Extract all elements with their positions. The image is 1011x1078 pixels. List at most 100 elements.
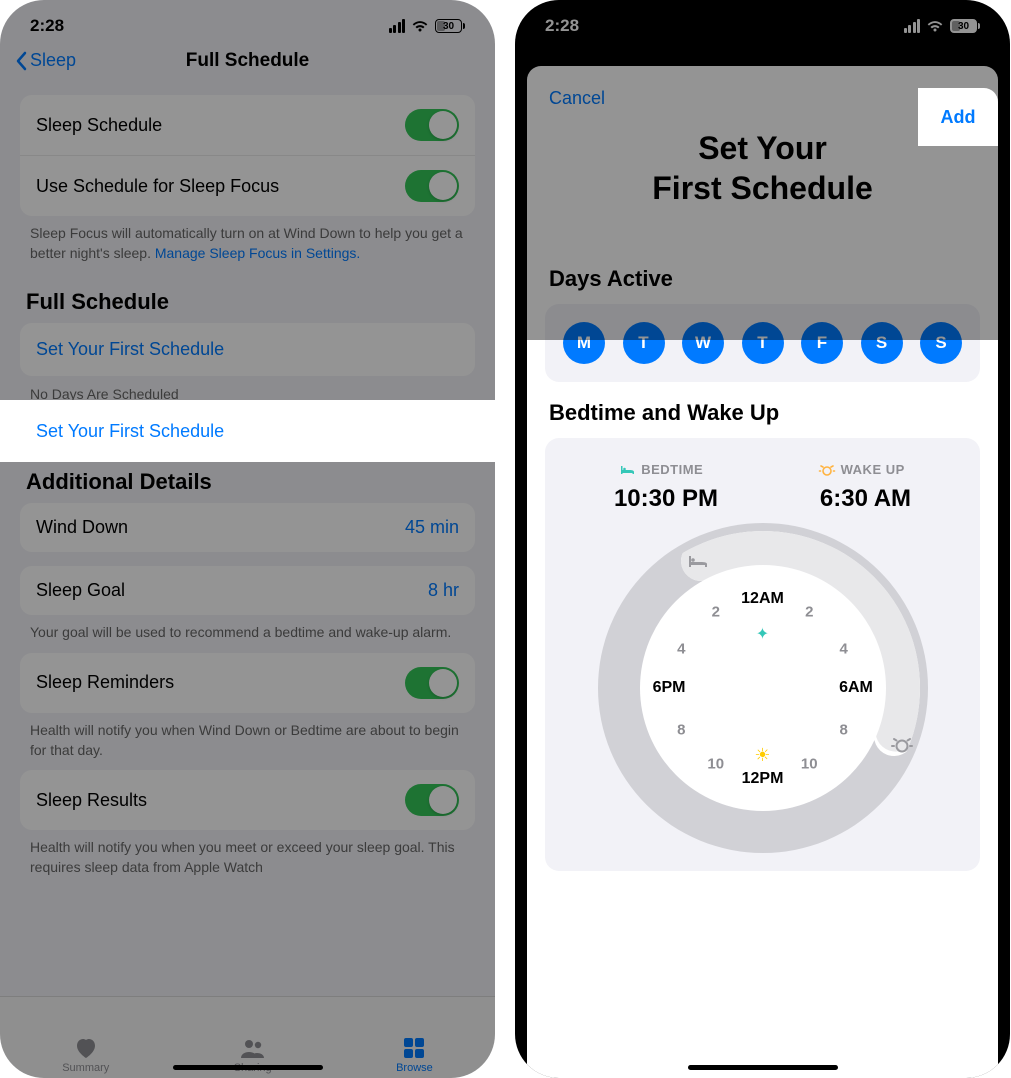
sleep-goal-card: Sleep Goal 8 hr bbox=[20, 566, 475, 615]
day-toggle-3[interactable]: T bbox=[742, 322, 784, 364]
reminders-toggle[interactable] bbox=[405, 667, 459, 699]
heart-icon bbox=[73, 1036, 99, 1060]
wind-down-card: Wind Down 45 min bbox=[20, 503, 475, 552]
results-label: Sleep Results bbox=[36, 790, 147, 811]
status-icons: 30 bbox=[389, 19, 466, 33]
clock-10r: 10 bbox=[801, 756, 818, 773]
wifi-icon bbox=[411, 19, 429, 33]
days-card: MTWTFSS bbox=[545, 304, 980, 382]
wind-down-label: Wind Down bbox=[36, 517, 128, 538]
days-row: MTWTFSS bbox=[563, 322, 962, 364]
day-toggle-0[interactable]: M bbox=[563, 322, 605, 364]
focus-caption: Sleep Focus will automatically turn on a… bbox=[20, 216, 475, 263]
full-schedule-heading: Full Schedule bbox=[26, 289, 475, 315]
schedule-toggle-card: Sleep Schedule Use Schedule for Sleep Fo… bbox=[20, 95, 475, 216]
clock-8r: 8 bbox=[840, 721, 848, 738]
back-button[interactable]: Sleep bbox=[16, 50, 76, 71]
wifi-icon bbox=[926, 19, 944, 33]
tab-summary-label: Summary bbox=[62, 1062, 109, 1074]
dial-face: 12AM 2 4 6AM 8 10 12PM 10 8 6PM 4 2 ✦ bbox=[640, 565, 886, 811]
add-highlight-label[interactable]: Add bbox=[941, 107, 976, 128]
modal-title-line2: First Schedule bbox=[652, 170, 873, 206]
status-time: 2:28 bbox=[30, 16, 64, 36]
set-first-highlight-label[interactable]: Set Your First Schedule bbox=[36, 421, 224, 442]
results-caption: Health will notify you when you meet or … bbox=[20, 830, 475, 877]
tab-browse-label: Browse bbox=[396, 1062, 433, 1074]
wake-handle[interactable] bbox=[882, 725, 922, 765]
reminders-caption: Health will notify you when Wind Down or… bbox=[20, 713, 475, 760]
day-toggle-1[interactable]: T bbox=[623, 322, 665, 364]
set-first-schedule-button[interactable]: Set Your First Schedule bbox=[20, 323, 475, 376]
modal-title-line1: Set Your bbox=[698, 130, 827, 166]
sleep-focus-toggle[interactable] bbox=[405, 170, 459, 202]
results-row[interactable]: Sleep Results bbox=[20, 770, 475, 830]
sleep-focus-row[interactable]: Use Schedule for Sleep Focus bbox=[20, 155, 475, 216]
home-indicator[interactable] bbox=[688, 1065, 838, 1070]
clock-4l: 4 bbox=[677, 640, 685, 657]
sleep-schedule-row[interactable]: Sleep Schedule bbox=[20, 95, 475, 155]
time-labels: BEDTIME WAKE UP bbox=[563, 462, 962, 477]
modal-sheet: Cancel Add Set Your First Schedule Days … bbox=[527, 66, 998, 1078]
wake-label: WAKE UP bbox=[818, 462, 905, 477]
battery-icon: 30 bbox=[950, 19, 980, 33]
status-bar: 2:28 30 bbox=[515, 0, 1010, 44]
status-icons: 30 bbox=[904, 19, 981, 33]
clock-2: 2 bbox=[805, 603, 813, 620]
tab-browse[interactable]: Browse bbox=[396, 1036, 433, 1074]
bedtime-value: 10:30 PM bbox=[614, 485, 718, 513]
set-first-card: Set Your First Schedule bbox=[20, 323, 475, 376]
stars-icon: ✦ bbox=[756, 624, 769, 644]
reminders-card: Sleep Reminders bbox=[20, 653, 475, 713]
modal-body: Days Active MTWTFSS Bedtime and Wake Up … bbox=[527, 248, 998, 1078]
home-indicator[interactable] bbox=[173, 1065, 323, 1070]
content: Sleep Schedule Use Schedule for Sleep Fo… bbox=[0, 81, 495, 1078]
clock-6pm: 6PM bbox=[653, 679, 686, 697]
sleep-schedule-toggle[interactable] bbox=[405, 109, 459, 141]
bedtime-label: BEDTIME bbox=[620, 462, 703, 477]
sleep-goal-value: 8 hr bbox=[428, 580, 459, 601]
sleep-goal-row[interactable]: Sleep Goal 8 hr bbox=[20, 566, 475, 615]
clock-12am: 12AM bbox=[741, 590, 784, 608]
wake-value: 6:30 AM bbox=[820, 485, 911, 513]
grid-icon bbox=[402, 1036, 426, 1060]
clock-12pm: 12PM bbox=[742, 770, 784, 788]
goal-caption: Your goal will be used to recommend a be… bbox=[20, 615, 475, 643]
results-toggle[interactable] bbox=[405, 784, 459, 816]
clock-4: 4 bbox=[840, 640, 848, 657]
cellular-icon bbox=[904, 19, 921, 33]
bedtime-heading: Bedtime and Wake Up bbox=[549, 400, 976, 426]
wind-down-value: 45 min bbox=[405, 517, 459, 538]
day-toggle-4[interactable]: F bbox=[801, 322, 843, 364]
sun-icon: ☀ bbox=[754, 745, 770, 766]
sleep-focus-label: Use Schedule for Sleep Focus bbox=[36, 176, 279, 197]
manage-focus-link[interactable]: Manage Sleep Focus in Settings. bbox=[155, 245, 360, 261]
clock-6am: 6AM bbox=[839, 679, 873, 697]
additional-details-heading: Additional Details bbox=[26, 469, 475, 495]
modal-title: Set Your First Schedule bbox=[549, 128, 976, 208]
day-toggle-2[interactable]: W bbox=[682, 322, 724, 364]
reminders-label: Sleep Reminders bbox=[36, 672, 174, 693]
clock-8l: 8 bbox=[677, 721, 685, 738]
tab-summary[interactable]: Summary bbox=[62, 1036, 109, 1074]
sleep-dial[interactable]: 12AM 2 4 6AM 8 10 12PM 10 8 6PM 4 2 ✦ bbox=[598, 523, 928, 853]
results-card: Sleep Results bbox=[20, 770, 475, 830]
wind-down-row[interactable]: Wind Down 45 min bbox=[20, 503, 475, 552]
cellular-icon bbox=[389, 19, 406, 33]
day-toggle-6[interactable]: S bbox=[920, 322, 962, 364]
back-label: Sleep bbox=[30, 50, 76, 71]
time-card: BEDTIME WAKE UP 10:30 PM 6:30 AM bbox=[545, 438, 980, 871]
phone-right: 2:28 30 Cancel Add Set Your First Schedu… bbox=[515, 0, 1010, 1078]
days-active-heading: Days Active bbox=[549, 266, 976, 292]
alarm-icon bbox=[818, 463, 836, 477]
people-icon bbox=[238, 1036, 268, 1060]
sleep-goal-label: Sleep Goal bbox=[36, 580, 125, 601]
sleep-schedule-label: Sleep Schedule bbox=[36, 115, 162, 136]
time-values: 10:30 PM 6:30 AM bbox=[563, 485, 962, 513]
highlight-set-first: Set Your First Schedule bbox=[0, 400, 495, 462]
cancel-button[interactable]: Cancel bbox=[549, 88, 605, 109]
day-toggle-5[interactable]: S bbox=[861, 322, 903, 364]
highlight-add: Add bbox=[918, 88, 998, 146]
clock-10l: 10 bbox=[707, 756, 724, 773]
nav-bar: Sleep Full Schedule bbox=[0, 44, 495, 81]
reminders-row[interactable]: Sleep Reminders bbox=[20, 653, 475, 713]
